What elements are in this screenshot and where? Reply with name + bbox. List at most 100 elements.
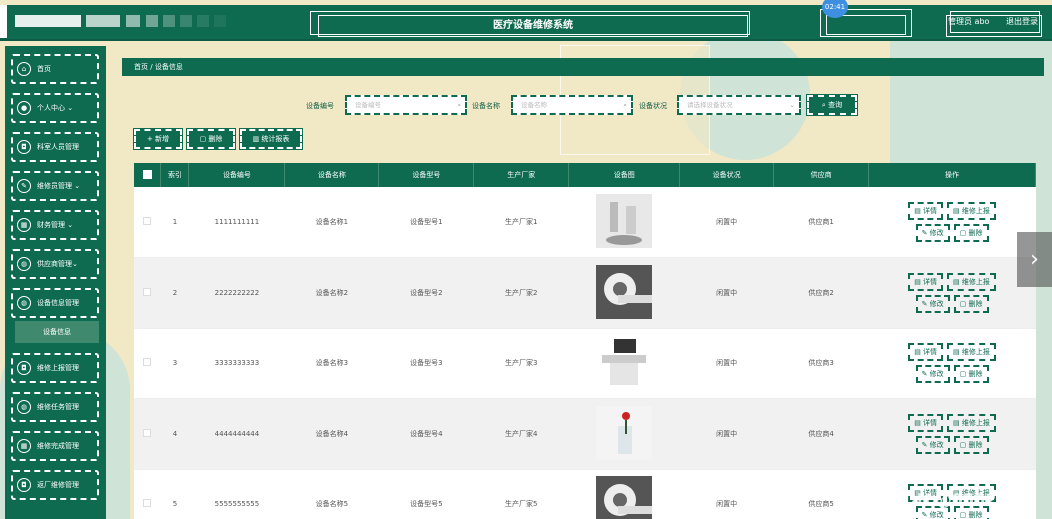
edit-button[interactable]: ✎ 修改: [915, 224, 950, 242]
chevron-right-icon[interactable]: ›: [1017, 232, 1052, 287]
status-label: 设备状况: [639, 102, 667, 110]
detail-label: 详情: [923, 207, 938, 215]
edit-button[interactable]: ✎ 修改: [915, 294, 950, 313]
cell-supplier: 供应商1: [773, 187, 869, 258]
row-checkbox[interactable]: [134, 187, 161, 258]
row-checkbox[interactable]: [134, 328, 161, 399]
file-icon: ▤: [953, 207, 962, 215]
del-label: 删除: [968, 229, 983, 237]
name-input[interactable]: 设备名称 ⌕: [511, 95, 633, 115]
sidebar-item-repair-report[interactable]: ◘ 维修上报管理: [11, 353, 99, 383]
sidebar: ⌂ 首页 ● 个人中心 ⌄ ◘ 科室人员管理 ✎ 维修员管理 ⌄ ▦ 财务管理 ⌄ ◍ 供应…: [5, 46, 106, 519]
cell-status: 闲置中: [679, 469, 774, 519]
task-icon: ◍: [17, 400, 31, 414]
file-icon: ▤: [953, 418, 962, 427]
device-icon: ◍: [17, 296, 31, 310]
detail-button[interactable]: ▤ 详情: [908, 413, 944, 432]
repair-report-button[interactable]: ▤ 维修上报: [947, 343, 996, 362]
sidebar-item-label: 维修员管理: [37, 182, 72, 190]
detail-button[interactable]: ▤ 详情: [908, 343, 944, 362]
trash-icon: ▢: [199, 135, 209, 143]
add-button[interactable]: + 新增: [133, 128, 183, 150]
repair-report-button[interactable]: ▤ 维修上报: [947, 202, 996, 220]
report-icon: ◘: [17, 361, 31, 375]
sidebar-item-repair-done[interactable]: ▦ 维修完成管理: [11, 431, 99, 461]
top-header: 医疗设备维修系统 管理员 abo 退出登录: [0, 5, 1052, 41]
sidebar-item-suppliers[interactable]: ◍ 供应商管理 ⌄: [11, 249, 99, 279]
code-input[interactable]: 设备编号 ⌕: [345, 95, 467, 115]
sidebar-item-repair-task[interactable]: ◍ 维修任务管理: [11, 392, 99, 422]
sidebar-item-label: 财务管理: [37, 221, 65, 229]
select-all-checkbox[interactable]: [134, 163, 162, 187]
cell-name: 设备名称5: [284, 469, 379, 519]
logo-block: [15, 15, 81, 27]
clock-frame: [826, 15, 906, 35]
detail-button[interactable]: ▤ 详情: [908, 202, 944, 220]
delete-button[interactable]: ▢ 删除: [186, 128, 236, 150]
row-checkbox[interactable]: [134, 398, 161, 470]
repair-report-button[interactable]: ▤ 维修上报: [947, 272, 996, 291]
stats-button[interactable]: ▥ 统计报表: [239, 128, 303, 150]
delete-row-button[interactable]: ▢ 删除: [953, 224, 989, 242]
cell-operations: ▤ 详情 ▤ 维修上报 ✎ 修改 ▢ 删除: [868, 398, 1036, 470]
breadcrumb-home[interactable]: 首页: [134, 63, 148, 71]
chevron-down-icon: ⌄: [72, 182, 81, 190]
sidebar-item-home[interactable]: ⌂ 首页: [11, 54, 99, 84]
column-header: 索引: [160, 163, 190, 187]
column-header: 设备状况: [679, 163, 775, 187]
cell-model: 设备型号3: [378, 328, 474, 399]
delete-row-button[interactable]: ▢ 删除: [953, 294, 989, 313]
code-label: 设备编号: [306, 102, 334, 110]
row-checkbox[interactable]: [134, 257, 161, 329]
edit-button[interactable]: ✎ 修改: [915, 365, 950, 384]
delete-row-button[interactable]: ▢ 删除: [953, 435, 989, 454]
cell-supplier: 供应商2: [773, 257, 869, 329]
edit-button[interactable]: ✎ 修改: [915, 435, 950, 454]
cell-maker: 生产厂家1: [473, 187, 569, 258]
cell-code: 1111111111: [188, 187, 285, 258]
query-button[interactable]: ⌕ 查询: [806, 94, 858, 116]
cell-image: [568, 398, 680, 470]
edit-label: 修改: [929, 229, 944, 237]
user-icon: ●: [17, 101, 31, 115]
repair-report-button[interactable]: ▤ 维修上报: [947, 413, 996, 432]
row-checkbox[interactable]: [134, 469, 161, 519]
del-label: 删除: [968, 299, 983, 308]
detail-button[interactable]: ▤ 详情: [908, 272, 944, 291]
cell-name: 设备名称1: [284, 187, 379, 258]
cell-maker: 生产厂家5: [473, 469, 569, 519]
cell-image: [568, 469, 680, 519]
report-label: 维修上报: [961, 348, 990, 357]
sidebar-item-devices[interactable]: ◍ 设备信息管理: [11, 288, 99, 318]
edit-icon: ✎: [921, 299, 930, 308]
sidebar-item-finance[interactable]: ▦ 财务管理 ⌄: [11, 210, 99, 240]
edit-icon: ✎: [921, 370, 930, 379]
sidebar-item-repairers[interactable]: ✎ 维修员管理 ⌄: [11, 171, 99, 201]
sidebar-item-return-repair[interactable]: ◘ 返厂维修管理: [11, 470, 99, 500]
status-select[interactable]: 请选择设备状况 ⌄: [677, 95, 801, 115]
cell-operations: ▤ 详情 ▤ 维修上报 ✎ 修改 ▢ 删除: [868, 328, 1036, 399]
device-image: [596, 476, 653, 519]
logout-button[interactable]: 退出登录: [1006, 16, 1038, 27]
logo-block: [197, 15, 209, 27]
file-icon: ▤: [953, 277, 962, 286]
delete-row-button[interactable]: ▢ 删除: [953, 365, 989, 384]
sidebar-item-label: 维修完成管理: [37, 442, 79, 450]
cell-status: 闲置中: [679, 398, 774, 470]
file-icon: ▤: [953, 348, 962, 357]
logo-block: [180, 15, 192, 27]
column-header: 设备图: [568, 163, 681, 187]
sidebar-item-staff[interactable]: ◘ 科室人员管理: [11, 132, 99, 162]
app-title: 医疗设备维修系统: [318, 15, 748, 37]
chevron-down-icon: ⌄: [65, 104, 74, 112]
done-icon: ▦: [17, 439, 31, 453]
sidebar-item-profile[interactable]: ● 个人中心 ⌄: [11, 93, 99, 123]
cell-index: 5: [160, 469, 189, 519]
sidebar-subitem-device-info[interactable]: 设备信息: [15, 321, 99, 343]
chevron-down-icon: ⌄: [789, 101, 795, 109]
report-label: 维修上报: [961, 418, 990, 427]
cell-status: 闲置中: [679, 187, 774, 258]
cell-code: 2222222222: [188, 257, 285, 329]
sidebar-item-label: 供应商管理: [37, 260, 72, 268]
edit-label: 修改: [929, 511, 944, 519]
